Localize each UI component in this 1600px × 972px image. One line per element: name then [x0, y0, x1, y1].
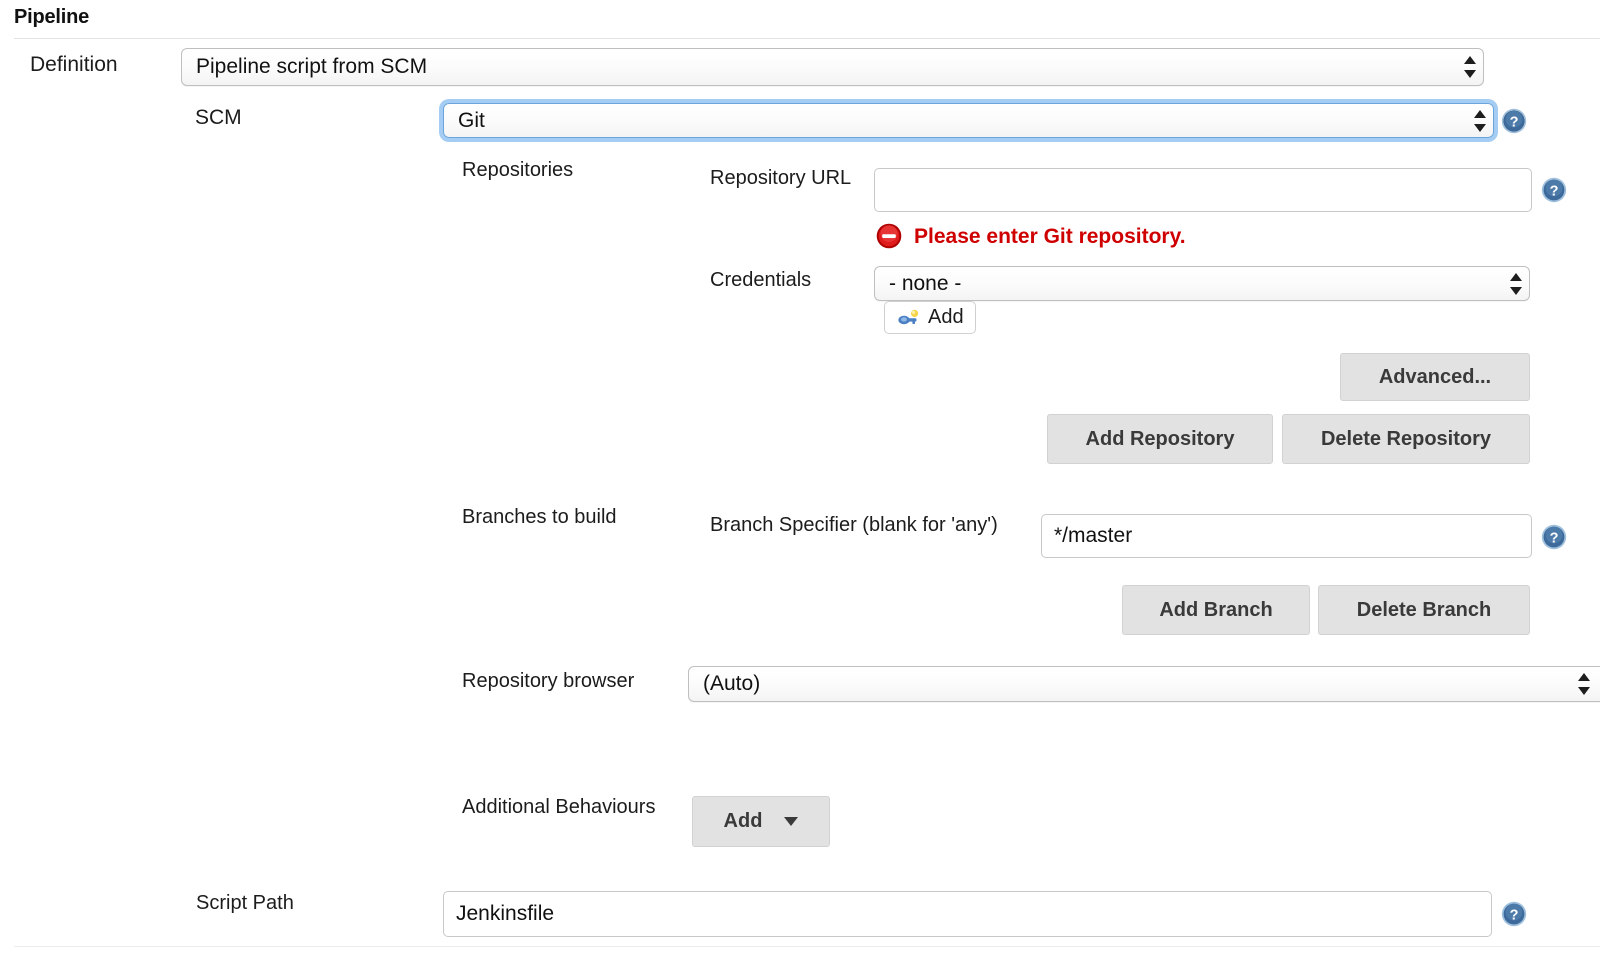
- script-path-input[interactable]: [443, 891, 1492, 937]
- scm-select[interactable]: Git: [443, 103, 1494, 138]
- svg-text:?: ?: [1550, 184, 1559, 200]
- definition-select-value: Pipeline script from SCM: [196, 55, 428, 78]
- page-title: Pipeline: [14, 6, 90, 28]
- delete-repository-button[interactable]: Delete Repository: [1282, 414, 1530, 464]
- additional-behaviours-add-label: Add: [723, 810, 763, 832]
- add-credentials-label: Add: [928, 306, 964, 328]
- delete-branch-button[interactable]: Delete Branch: [1318, 585, 1530, 635]
- credentials-select[interactable]: - none -: [874, 266, 1530, 301]
- additional-behaviours-label: Additional Behaviours: [462, 796, 656, 818]
- scm-stepper-icon: [1467, 104, 1493, 137]
- add-repository-button[interactable]: Add Repository: [1047, 414, 1273, 464]
- bottom-divider: [14, 946, 1600, 947]
- advanced-button[interactable]: Advanced...: [1340, 353, 1530, 401]
- svg-text:?: ?: [1510, 908, 1519, 924]
- add-credentials-button[interactable]: Add: [884, 301, 976, 334]
- error-message-text: Please enter Git repository.: [914, 224, 1186, 248]
- repository-browser-select[interactable]: (Auto): [688, 666, 1600, 702]
- chevron-down-icon: [784, 817, 799, 826]
- definition-label: Definition: [30, 53, 118, 76]
- repository-browser-select-value: (Auto): [703, 672, 761, 695]
- add-branch-button[interactable]: Add Branch: [1122, 585, 1310, 635]
- svg-text:?: ?: [1550, 531, 1559, 547]
- repository-url-error: Please enter Git repository.: [876, 223, 1186, 249]
- error-no-entry-icon: [876, 223, 902, 249]
- key-icon: [897, 309, 921, 327]
- credentials-stepper-icon: [1503, 267, 1529, 300]
- pipeline-config-page: Pipeline Definition Pipeline script from…: [0, 0, 1600, 972]
- repository-url-help-icon[interactable]: ?: [1541, 177, 1567, 203]
- definition-select[interactable]: Pipeline script from SCM: [181, 48, 1484, 86]
- script-path-help-icon[interactable]: ?: [1501, 901, 1527, 927]
- svg-text:?: ?: [1510, 115, 1519, 131]
- scm-help-icon[interactable]: ?: [1501, 108, 1527, 134]
- scm-label: SCM: [195, 106, 242, 129]
- script-path-label: Script Path: [196, 892, 294, 914]
- repository-browser-stepper-icon: [1571, 667, 1597, 701]
- branch-specifier-help-icon[interactable]: ?: [1541, 524, 1567, 550]
- repository-browser-label: Repository browser: [462, 670, 635, 692]
- credentials-select-value: - none -: [889, 271, 962, 295]
- repositories-label: Repositories: [462, 159, 574, 181]
- branches-to-build-label: Branches to build: [462, 506, 617, 528]
- repository-url-label: Repository URL: [710, 167, 852, 189]
- additional-behaviours-add-button[interactable]: Add: [692, 796, 830, 847]
- branch-specifier-label: Branch Specifier (blank for 'any'): [710, 514, 998, 536]
- scm-select-value: Git: [458, 108, 485, 132]
- section-divider: [14, 38, 1600, 39]
- repository-url-input[interactable]: [874, 168, 1532, 212]
- credentials-label: Credentials: [710, 269, 812, 291]
- branch-specifier-input[interactable]: [1041, 514, 1532, 558]
- definition-stepper-icon: [1457, 49, 1483, 85]
